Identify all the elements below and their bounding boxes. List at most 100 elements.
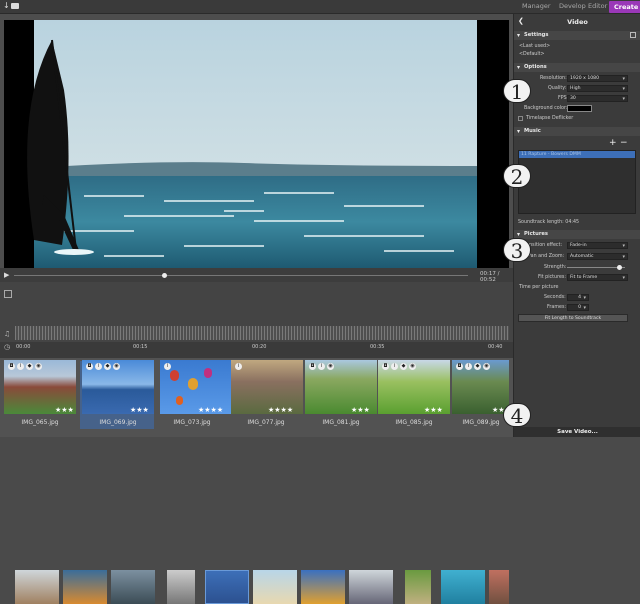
tag-icon: ◆ xyxy=(474,363,481,370)
top-bar: ↓ Manager Develop Editor Create xyxy=(0,0,640,14)
rating-stars[interactable]: ★★★ xyxy=(424,406,443,414)
preset-item[interactable]: <Last used> xyxy=(519,44,550,49)
location-icon: ◉ xyxy=(113,363,120,370)
folder-icon[interactable] xyxy=(11,3,19,9)
location-icon: ◉ xyxy=(327,363,334,370)
file-name: IMG_077.jpg xyxy=(247,419,285,426)
preset-item[interactable]: <Default> xyxy=(519,52,545,57)
callout-2: 2 xyxy=(503,164,531,189)
quality-label: Quality: xyxy=(548,86,567,91)
resolution-label: Resolution: xyxy=(540,76,567,81)
callout-3: 3 xyxy=(503,238,531,263)
tab-editor[interactable]: Editor xyxy=(588,2,607,10)
info-icon: i xyxy=(318,363,325,370)
file-name: IMG_081.jpg xyxy=(322,419,360,426)
filmstrip-thumb[interactable] xyxy=(15,570,59,604)
fit-length-button[interactable]: Fit Length to Soundtrack xyxy=(518,314,628,322)
gallery-icon[interactable] xyxy=(4,290,12,298)
play-icon[interactable]: ▶ xyxy=(4,271,9,279)
frames-label: Frames: xyxy=(547,305,567,310)
panzoom-label: Pan and Zoom: xyxy=(528,254,565,259)
filmstrip-thumb-selected[interactable] xyxy=(205,570,249,604)
tag-icon: ◆ xyxy=(26,363,33,370)
file-name: IMG_073.jpg xyxy=(173,419,211,426)
rating-stars[interactable]: ★★★ xyxy=(130,406,149,414)
callout-1: 1 xyxy=(503,79,531,104)
audio-waveform[interactable] xyxy=(15,326,509,340)
timeline-tick: 00:35 xyxy=(370,344,385,350)
music-note-icon: ♫ xyxy=(4,330,11,338)
quality-select[interactable]: High xyxy=(567,85,628,92)
file-name: IMG_085.jpg xyxy=(395,419,433,426)
filmstrip-thumb[interactable] xyxy=(441,570,485,604)
strength-label: Strength: xyxy=(544,265,567,270)
info-icon: i xyxy=(17,363,24,370)
video-panel: ❮ Video Settings <Last used> <Default> O… xyxy=(513,14,640,437)
fps-select[interactable]: 30 xyxy=(567,95,628,102)
seconds-label: Seconds: xyxy=(544,295,566,300)
scrub-handle[interactable] xyxy=(161,273,167,278)
filmstrip-thumb[interactable] xyxy=(253,570,297,604)
scrub-track[interactable] xyxy=(14,275,468,276)
transition-select[interactable]: Fade-in xyxy=(567,242,628,249)
options-header[interactable]: Options xyxy=(514,63,640,72)
info-icon: i xyxy=(235,363,242,370)
rating-stars[interactable]: ★★★ xyxy=(351,406,370,414)
playback-bar: ▶ 00:17 / 00:52 xyxy=(0,268,513,283)
camera-icon: ◘ xyxy=(309,363,316,370)
filmstrip-thumb[interactable] xyxy=(301,570,345,604)
tag-icon: ◆ xyxy=(104,363,111,370)
remove-music-icon[interactable]: − xyxy=(620,138,628,148)
filmstrip-thumb[interactable] xyxy=(405,570,431,604)
background-color-swatch[interactable] xyxy=(567,105,592,112)
strength-handle[interactable] xyxy=(617,265,623,270)
seconds-stepper[interactable]: 4 xyxy=(567,294,589,301)
file-name: IMG_089.jpg xyxy=(462,419,500,426)
filmstrip-thumb[interactable] xyxy=(111,570,155,604)
filmstrip-thumb[interactable] xyxy=(63,570,107,604)
tab-develop[interactable]: Develop xyxy=(559,2,586,10)
rating-stars[interactable]: ★★★ xyxy=(55,406,74,414)
filmstrip-thumb[interactable] xyxy=(349,570,393,604)
location-icon: ◉ xyxy=(483,363,490,370)
fit-pictures-label: Fit pictures: xyxy=(538,275,567,280)
save-video-button[interactable]: Save Video... xyxy=(514,427,640,437)
timelapse-checkbox[interactable] xyxy=(518,116,523,121)
pictures-header[interactable]: Pictures xyxy=(514,230,640,239)
camera-icon: ◘ xyxy=(456,363,463,370)
filmstrip-thumb[interactable] xyxy=(167,570,195,604)
camera-icon: ◘ xyxy=(86,363,93,370)
fit-pictures-select[interactable]: Fit to Frame xyxy=(567,274,628,281)
preview-area xyxy=(0,14,513,270)
timeline-ruler: ◷ 00:00 00:15 00:20 00:35 00:40 xyxy=(0,342,513,358)
rating-stars[interactable]: ★★★★ xyxy=(198,406,223,414)
tab-create[interactable]: Create xyxy=(609,1,640,13)
panzoom-select[interactable]: Automatic xyxy=(567,253,628,260)
save-preset-icon[interactable] xyxy=(630,32,636,38)
background-color-label: Background color: xyxy=(524,106,568,111)
music-header[interactable]: Music xyxy=(514,127,640,136)
preview-image xyxy=(4,20,509,268)
timeline-tick: 00:40 xyxy=(488,344,503,350)
tab-manager[interactable]: Manager xyxy=(522,2,551,10)
download-icon[interactable]: ↓ xyxy=(3,1,10,10)
resolution-select[interactable]: 1920 x 1080 xyxy=(567,75,628,82)
camera-icon: ◘ xyxy=(382,363,389,370)
rating-stars[interactable]: ★★★★ xyxy=(268,406,293,414)
frames-stepper[interactable]: 0 xyxy=(567,304,589,311)
camera-icon: ◘ xyxy=(8,363,15,370)
info-icon: i xyxy=(164,363,171,370)
info-icon: i xyxy=(465,363,472,370)
callout-4: 4 xyxy=(503,403,531,428)
panel-title: Video xyxy=(567,18,588,26)
location-icon: ◉ xyxy=(409,363,416,370)
timeline-tick: 00:00 xyxy=(16,344,31,350)
music-track[interactable]: 11 Rapture - Bowers DMM xyxy=(519,151,635,158)
slideshow-filmstrip: ♫ xyxy=(0,282,513,604)
info-icon: i xyxy=(391,363,398,370)
music-list[interactable] xyxy=(518,150,636,214)
add-music-icon[interactable]: + xyxy=(609,138,617,148)
settings-header[interactable]: Settings xyxy=(514,31,640,40)
filmstrip-thumb[interactable] xyxy=(489,570,509,604)
time-per-picture-label: Time per picture xyxy=(519,285,559,290)
